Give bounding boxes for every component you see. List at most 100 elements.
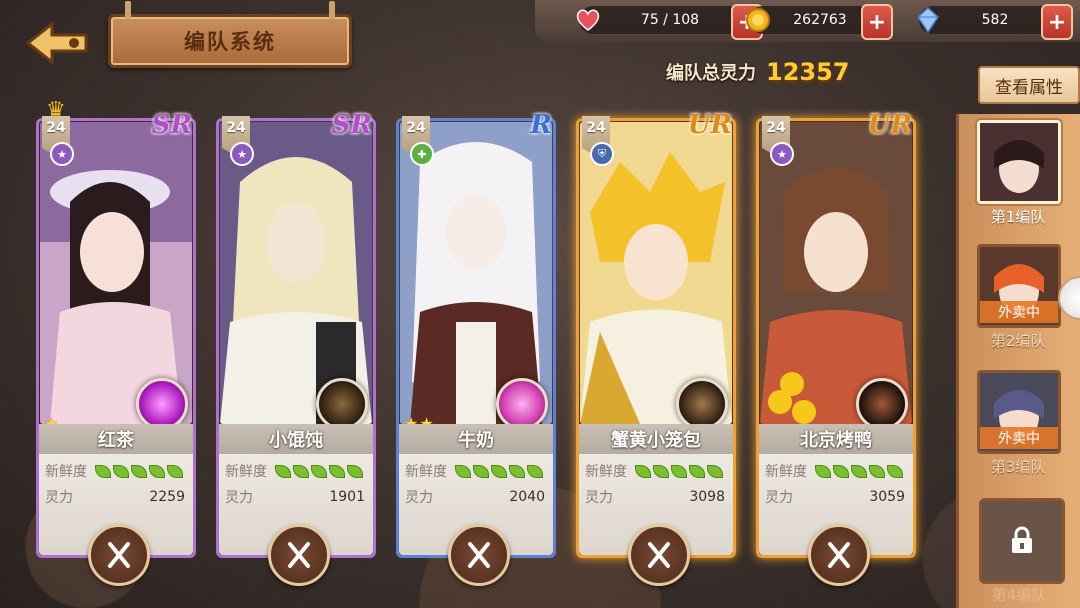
power-label: 灵力 [585, 490, 613, 506]
heart-icon [573, 5, 603, 35]
freshness-leaves [275, 464, 363, 478]
team-power: 编队总灵力 12357 [666, 58, 850, 86]
freshness-leaves [635, 464, 723, 478]
feed-button[interactable] [448, 524, 510, 586]
leaf-icon [491, 464, 507, 478]
back-arrow-icon [25, 20, 88, 66]
team-label: 第3编队 [990, 458, 1046, 476]
character-card[interactable]: ♛ 24 ★ SR ★ 红茶 新鲜度 灵力 2259 [36, 98, 196, 586]
rarity-badge: R [530, 110, 552, 140]
freshness-label: 新鲜度 [225, 464, 267, 480]
freshness-leaves [815, 464, 903, 478]
leaf-icon [689, 464, 705, 478]
leaf-icon [887, 464, 903, 478]
star-type-icon: ★ [770, 142, 794, 166]
character-card[interactable]: 24 ✚ R ★★ 牛奶 新鲜度 灵力 2040 [396, 110, 556, 586]
team-tab-4[interactable] [979, 498, 1065, 584]
character-name: 牛奶 [399, 424, 553, 454]
skill-orb-icon[interactable] [496, 378, 548, 430]
character-card[interactable]: 24 ⛨ UR 蟹黄小笼包 新鲜度 灵力 3098 [576, 110, 736, 586]
leaf-icon [311, 464, 327, 478]
team-power-label: 编队总灵力 [666, 63, 756, 84]
leaf-icon [473, 464, 489, 478]
skill-orb-icon[interactable] [676, 378, 728, 430]
freshness-row: 新鲜度 [585, 460, 725, 482]
leaf-icon [347, 464, 363, 478]
fork-knife-icon [828, 542, 850, 568]
stamina-counter: 75 / 108 + [576, 4, 763, 40]
feed-button[interactable] [628, 524, 690, 586]
back-button[interactable] [22, 18, 96, 68]
power-row: 灵力 2259 [45, 486, 185, 508]
power-label: 灵力 [225, 490, 253, 506]
power-value: 3098 [689, 489, 725, 505]
team-power-value: 12357 [766, 58, 850, 86]
leaf-icon [329, 464, 345, 478]
rarity-badge: SR [151, 110, 192, 140]
freshness-row: 新鲜度 [45, 460, 185, 482]
page-title-plaque: 编队系统 [108, 1, 352, 68]
character-name: 蟹黄小笼包 [579, 424, 733, 454]
rarity-badge: SR [331, 110, 372, 140]
team-tab-2[interactable]: 外卖中 第2编队 [977, 244, 1061, 351]
team-label: 第4编队 [991, 586, 1047, 604]
character-name: 红茶 [39, 424, 193, 454]
team-thumbnail [977, 120, 1061, 204]
power-value: 3059 [869, 489, 905, 505]
coin-icon [743, 5, 773, 35]
team-label: 第2编队 [990, 332, 1046, 350]
skill-orb-icon[interactable] [316, 378, 368, 430]
leaf-icon [509, 464, 525, 478]
lock-icon [1012, 526, 1032, 553]
leaf-icon [833, 464, 849, 478]
freshness-row: 新鲜度 [765, 460, 905, 482]
power-row: 灵力 3059 [765, 486, 905, 508]
power-row: 灵力 3098 [585, 486, 725, 508]
power-value: 1901 [329, 489, 365, 505]
add-diamond-button[interactable]: + [1041, 4, 1073, 40]
fork-knife-icon [108, 542, 130, 568]
star-type-icon: ★ [50, 142, 74, 166]
leaf-icon [707, 464, 723, 478]
gold-counter: 262763 + [746, 4, 893, 40]
character-card[interactable]: 24 ★ UR 北京烤鸭 新鲜度 灵力 3059 [756, 110, 916, 586]
leaf-icon [527, 464, 543, 478]
team-sidebar: 第1编队 外卖中 第2编队 外卖中 第3编队 第4编队 [956, 114, 1080, 608]
freshness-label: 新鲜度 [765, 464, 807, 480]
skill-orb-icon[interactable] [856, 378, 908, 430]
leaf-icon [815, 464, 831, 478]
takeout-status: 外卖中 [980, 301, 1058, 323]
leaf-icon [293, 464, 309, 478]
feed-button[interactable] [88, 524, 150, 586]
leaf-icon [671, 464, 687, 478]
add-gold-button[interactable]: + [861, 4, 893, 40]
leaf-icon [635, 464, 651, 478]
character-name: 北京烤鸭 [759, 424, 913, 454]
freshness-label: 新鲜度 [45, 464, 87, 480]
leaf-icon [149, 464, 165, 478]
fork-knife-icon [468, 542, 490, 568]
team-tab-1[interactable]: 第1编队 [977, 120, 1061, 227]
fork-knife-icon [288, 542, 310, 568]
character-card[interactable]: 24 ★ SR 小馄饨 新鲜度 灵力 1901 [216, 110, 376, 586]
star-type-icon: ★ [230, 142, 254, 166]
view-attributes-button[interactable]: 查看属性 [978, 66, 1080, 104]
power-row: 灵力 2040 [405, 486, 545, 508]
freshness-row: 新鲜度 [225, 460, 365, 482]
rarity-badge: UR [867, 110, 912, 140]
power-label: 灵力 [765, 490, 793, 506]
power-value: 2259 [149, 489, 185, 505]
feed-button[interactable] [268, 524, 330, 586]
rope-right [329, 1, 335, 19]
freshness-row: 新鲜度 [405, 460, 545, 482]
team-label: 第1编队 [990, 208, 1046, 226]
skill-orb-icon[interactable] [136, 378, 188, 430]
team-tab-3[interactable]: 外卖中 第3编队 [977, 370, 1061, 477]
leaf-icon [653, 464, 669, 478]
leaf-icon [851, 464, 867, 478]
feed-button[interactable] [808, 524, 870, 586]
resource-bar: 75 / 108 + 262763 + 582 + [535, 0, 1080, 42]
leaf-icon [455, 464, 471, 478]
fork-knife-icon [648, 542, 670, 568]
leaf-icon [869, 464, 885, 478]
